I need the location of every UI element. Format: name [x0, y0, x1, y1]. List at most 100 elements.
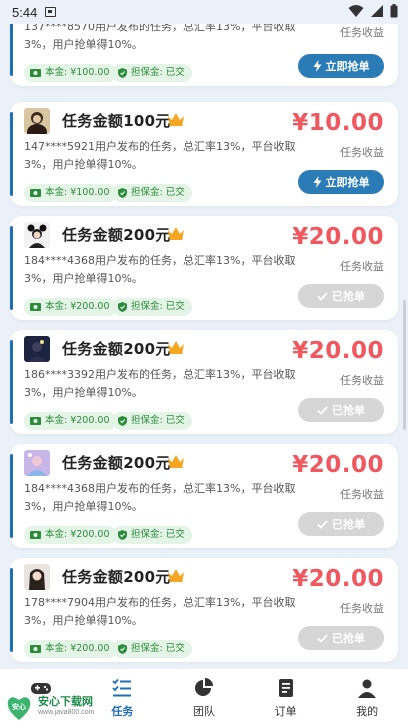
task-title: 任务金额200元 [62, 568, 171, 586]
deposit-text: 担保金: 已交 [131, 67, 185, 78]
capital-text: 本金: ¥200.00 [45, 643, 110, 654]
deposit-tag: 担保金: 已交 [112, 184, 192, 202]
grabbed-button[interactable]: 已抢单 [298, 398, 384, 422]
deposit-text: 担保金: 已交 [131, 643, 185, 654]
capital-text: 本金: ¥100.00 [45, 67, 110, 78]
watermark-logo-icon: 安心 [7, 697, 31, 720]
tab-orders[interactable]: 订单 [245, 669, 327, 728]
task-amount: ¥20.00 [292, 224, 384, 250]
money-icon [30, 303, 41, 311]
task-amount: ¥10.00 [292, 110, 384, 136]
task-income-label: 任务收益 [340, 260, 384, 273]
tab-team[interactable]: 团队 [163, 669, 245, 728]
avatar [24, 336, 50, 362]
capital-tag: 本金: ¥100.00 [24, 184, 117, 202]
task-income-label: 任务收益 [340, 488, 384, 501]
task-amount: ¥20.00 [292, 452, 384, 478]
grabbed-button[interactable]: 已抢单 [298, 512, 384, 536]
grab-order-label: 立即抢单 [325, 176, 370, 189]
money-icon [30, 645, 41, 653]
tab-label: 我的 [356, 705, 379, 718]
task-income-label: 任务收益 [340, 602, 384, 615]
task-description: 178****7904用户发布的任务，总汇率13%，平台收取3%，用户抢单得10… [24, 596, 296, 627]
status-time: 5:44 [12, 4, 38, 20]
check-icon [317, 519, 328, 529]
watermark-url: www.java800.com [38, 709, 95, 716]
scrollbar[interactable] [403, 300, 406, 430]
capital-tag: 本金: ¥200.00 [24, 412, 117, 430]
task-title: 任务金额200元 [62, 226, 171, 244]
capital-text: 本金: ¥200.00 [45, 415, 110, 426]
watermark-text: 安心下载网 [38, 695, 93, 708]
task-list-icon [112, 678, 132, 697]
task-card: 任务金额200元 ¥20.00 任务收益 178****7904用户发布的任务，… [10, 558, 398, 662]
task-income-label: 任务收益 [340, 146, 384, 159]
money-icon [30, 417, 41, 425]
deposit-tag: 担保金: 已交 [112, 640, 192, 658]
battery-icon [390, 4, 398, 18]
task-description: 186****3392用户发布的任务，总汇率13%，平台收取3%，用户抢单得10… [24, 368, 296, 399]
sd-card-icon [45, 7, 57, 17]
task-card: 任务金额200元 ¥20.00 任务收益 186****3392用户发布的任务，… [10, 330, 398, 434]
deposit-tag: 担保金: 已交 [112, 526, 192, 544]
status-bar: 5:44 [0, 0, 408, 24]
task-description: 184****4368用户发布的任务，总汇率13%，平台收取3%，用户抢单得10… [24, 254, 296, 285]
user-icon [358, 679, 377, 698]
task-description: 184****4368用户发布的任务，总汇率13%，平台收取3%，用户抢单得10… [24, 482, 296, 513]
task-title: 任务金额200元 [62, 454, 171, 472]
pie-chart-icon [194, 678, 213, 696]
tab-label: 任务 [111, 705, 134, 718]
tab-label: 团队 [192, 705, 215, 718]
task-card: 任务金额100元 ¥10.00 任务收益 147****5921用户发布的任务，… [10, 102, 398, 206]
grabbed-label: 已抢单 [332, 518, 365, 531]
task-income-label: 任务收益 [340, 374, 384, 387]
capital-text: 本金: ¥200.00 [45, 301, 110, 312]
task-title: 任务金额100元 [62, 112, 171, 130]
deposit-text: 担保金: 已交 [131, 187, 185, 198]
lightning-icon [313, 176, 321, 188]
shield-icon [118, 302, 127, 312]
grabbed-button[interactable]: 已抢单 [298, 626, 384, 650]
tab-profile[interactable]: 我的 [326, 669, 408, 728]
task-card: 任务金额200元 ¥20.00 任务收益 184****4368用户发布的任务，… [10, 216, 398, 320]
lightning-icon [313, 60, 321, 72]
grab-order-button[interactable]: 立即抢单 [298, 170, 384, 194]
deposit-tag: 担保金: 已交 [112, 64, 192, 82]
check-icon [317, 291, 328, 301]
card-accent-bar [10, 568, 13, 652]
task-description: 147****5921用户发布的任务，总汇率13%，平台收取3%，用户抢单得10… [24, 140, 296, 171]
deposit-text: 担保金: 已交 [131, 415, 185, 426]
capital-tag: 本金: ¥200.00 [24, 640, 117, 658]
capital-tag: 本金: ¥200.00 [24, 526, 117, 544]
task-amount: ¥20.00 [292, 566, 384, 592]
grabbed-label: 已抢单 [332, 290, 365, 303]
avatar [24, 222, 50, 248]
crown-icon [168, 569, 184, 582]
task-title: 任务金额200元 [62, 340, 171, 358]
signal-icon [371, 5, 383, 17]
watermark-logo-text: 安心 [12, 702, 26, 711]
money-icon [30, 189, 41, 197]
avatar [24, 450, 50, 476]
money-icon [30, 69, 41, 77]
deposit-text: 担保金: 已交 [131, 529, 185, 540]
capital-text: 本金: ¥200.00 [45, 529, 110, 540]
task-card: 任务金额200元 ¥20.00 任务收益 184****4368用户发布的任务，… [10, 444, 398, 548]
grab-order-button[interactable]: 立即抢单 [298, 54, 384, 78]
watermark: 安心 安心下载网 www.java800.com [4, 690, 104, 726]
avatar [24, 564, 50, 590]
crown-icon [168, 341, 184, 354]
crown-icon [168, 455, 184, 468]
check-icon [317, 633, 328, 643]
tab-label: 订单 [274, 705, 297, 718]
money-icon [30, 531, 41, 539]
check-icon [317, 405, 328, 415]
grabbed-button[interactable]: 已抢单 [298, 284, 384, 308]
card-accent-bar [10, 454, 13, 538]
shield-icon [118, 644, 127, 654]
shield-icon [118, 188, 127, 198]
grabbed-label: 已抢单 [332, 404, 365, 417]
wifi-icon [348, 5, 364, 17]
card-accent-bar [10, 112, 13, 196]
deposit-text: 担保金: 已交 [131, 301, 185, 312]
